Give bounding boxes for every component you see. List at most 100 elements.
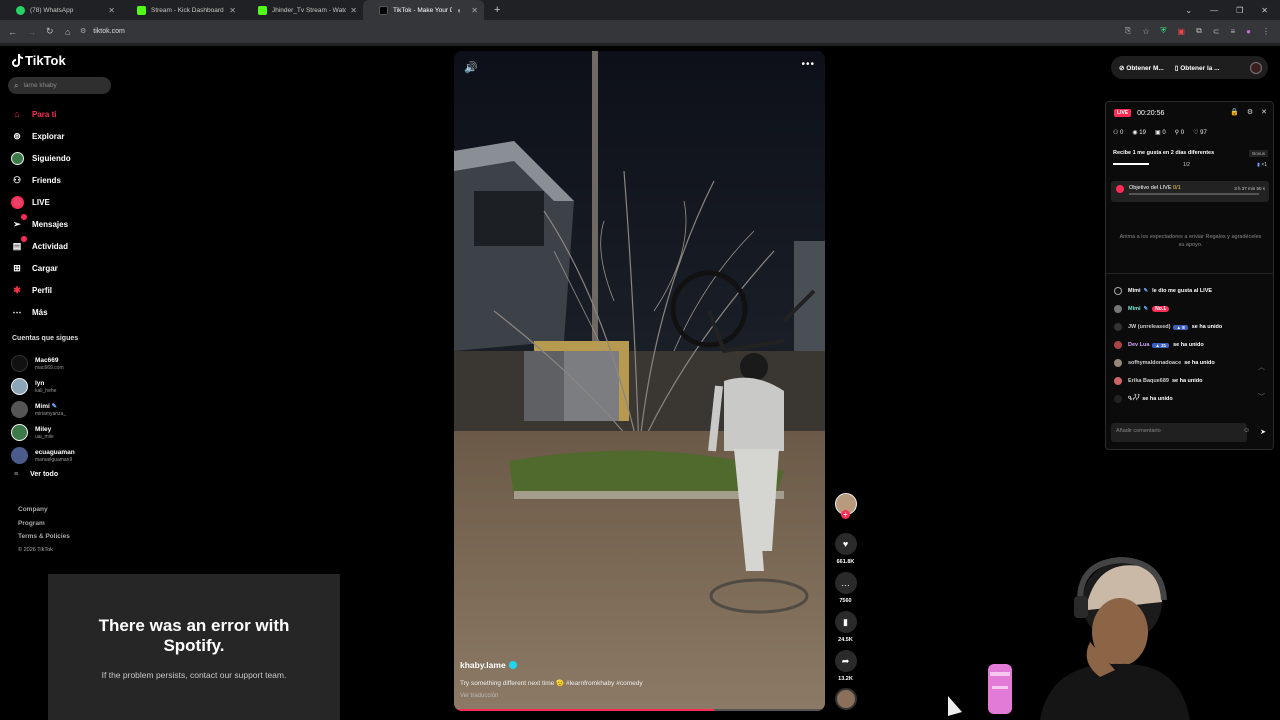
emoji-icon[interactable]: ☺ (1243, 427, 1250, 434)
following-item[interactable]: lyn kali_hehe (11, 375, 121, 398)
search-input[interactable]: ⌕ lame khaby (8, 77, 111, 94)
live-objective[interactable]: Objetivo del LIVE 0/1 3 h 37 min 50 s (1111, 181, 1269, 202)
link-icon[interactable]: ⊂ (1213, 27, 1220, 36)
chat-message: Erika Baque689 se ha unido (1114, 372, 1269, 390)
nav-item-actividad[interactable]: ▤ Actividad (10, 235, 120, 257)
tab-search-icon[interactable]: ⌄ (1185, 6, 1192, 15)
nav-item-friends[interactable]: ⚇ Friends (10, 169, 120, 191)
chat-message: sofhymaldonadoace se ha unido (1114, 354, 1269, 372)
follow-plus-icon[interactable]: + (841, 510, 850, 519)
following-item[interactable]: Mac669 mac669.com (11, 352, 121, 375)
forward-icon[interactable]: → (27, 27, 38, 37)
translate-link[interactable]: Ver traducción (460, 693, 498, 699)
get-app-button-1[interactable]: ⊘ Obtener M... (1119, 64, 1164, 72)
brand-name: TikTok (25, 53, 66, 68)
tab-whatsapp[interactable]: (78) WhatsApp ✕ (0, 0, 121, 20)
close-icon[interactable]: ✕ (350, 6, 357, 15)
nav-item-para-ti[interactable]: ⌂ Para ti (10, 103, 120, 125)
tab-kick-dashboard[interactable]: Stream - Kick Dashboard ✕ (121, 0, 242, 20)
new-tab-button[interactable]: + (494, 4, 500, 16)
chat-user[interactable]: Mimi (1128, 306, 1141, 312)
heart-outline-icon (1114, 287, 1122, 295)
avatar (1114, 323, 1122, 331)
kebab-icon[interactable]: ⋮ (1262, 27, 1270, 36)
tiktok-logo[interactable]: TikTok (12, 53, 66, 68)
comment-input[interactable]: Añadir comentario (1111, 423, 1247, 442)
following-item[interactable]: ecuaguaman manuelguaman9 (11, 444, 121, 467)
get-app-button-2[interactable]: ▯ Obtener la ... (1175, 64, 1220, 72)
share-icon: ➦ (834, 650, 857, 672)
tab-tiktok[interactable]: TikTok - Make Your Day ◖ ✕ (363, 0, 484, 20)
nav-item-siguiendo[interactable]: Siguiendo (10, 147, 120, 169)
audio-icon[interactable]: ◖ (456, 6, 461, 15)
avatar (11, 401, 28, 418)
footer-link-company[interactable]: Company (18, 503, 70, 517)
author-avatar-action[interactable]: + (833, 493, 858, 519)
following-item[interactable]: Miley uai_mile (11, 421, 121, 444)
home-icon[interactable]: ⌂ (65, 27, 76, 37)
close-icon[interactable]: ✕ (108, 6, 115, 15)
more-options-icon[interactable]: ••• (801, 59, 815, 70)
like-button[interactable]: ♥ 661.8K (833, 533, 858, 569)
volume-icon[interactable]: 🔊 (464, 61, 478, 74)
install-icon[interactable]: ⎘ (1125, 26, 1131, 36)
shield-icon[interactable]: ⛨ (1161, 26, 1167, 36)
chat-user[interactable]: Dev Lua (1128, 342, 1149, 348)
video-author[interactable]: khaby.lame (460, 660, 517, 670)
nav-item-perfil[interactable]: ✱ Perfil (10, 279, 120, 301)
video-progress-bar[interactable] (454, 709, 825, 711)
extension-red-icon[interactable]: ▣ (1178, 27, 1186, 36)
puzzle-icon[interactable]: ⧉ (1196, 26, 1202, 36)
close-window-button[interactable]: ✕ (1261, 6, 1268, 15)
chat-user[interactable]: ᕴᓮᓮ (1128, 396, 1139, 402)
send-icon[interactable]: ➤ (1260, 428, 1266, 436)
close-icon[interactable]: ✕ (1261, 108, 1267, 116)
settings-icon[interactable]: ⚙ (1247, 108, 1253, 116)
tab-kick-stream[interactable]: Jhinder_Tv Stream - Watch Live ✕ (242, 0, 363, 20)
star-icon[interactable]: ☆ (1142, 27, 1149, 36)
menu-lines-icon[interactable]: ≡ (1230, 27, 1235, 36)
home-icon: ⌂ (14, 109, 20, 119)
footer-link-program[interactable]: Program (18, 517, 70, 531)
chat-user[interactable]: Erika Baque689 (1128, 378, 1169, 384)
maximize-button[interactable]: ❐ (1236, 6, 1243, 15)
footer-link-terms[interactable]: Terms & Policies (18, 530, 70, 544)
nav-item-mensajes[interactable]: ➢ Mensajes (10, 213, 120, 235)
get-app-label-1: Obtener M... (1126, 64, 1164, 72)
back-icon[interactable]: ← (8, 27, 19, 37)
lock-icon[interactable]: 🔒 (1230, 108, 1239, 116)
comment-button[interactable]: … 7560 (833, 572, 858, 608)
extensions-bar: ⎘ ☆ ⛨ ▣ ⧉ ⊂ ≡ ● ⋮ (1125, 23, 1270, 39)
chat-user[interactable]: JW (unreleased) (1128, 324, 1170, 330)
nav-item-live[interactable]: LIVE (10, 191, 120, 213)
url-field[interactable]: ⚙ tiktok.com (80, 23, 1080, 39)
chevron-up-icon[interactable]: ︿ (1258, 362, 1265, 372)
chat-message: Mimi ✎ No.1 (1114, 300, 1269, 318)
close-icon[interactable]: ✕ (229, 6, 236, 15)
profile-icon: ✱ (13, 284, 21, 295)
save-button[interactable]: ▮ 24.5K (833, 611, 858, 647)
following-item[interactable]: Mimi ✎ miriamyanza_ (11, 398, 121, 421)
profile-avatar-icon[interactable]: ● (1246, 27, 1251, 36)
like-count: 661.8K (836, 559, 855, 565)
music-disc-icon (834, 688, 857, 710)
reload-icon[interactable]: ↻ (46, 26, 57, 37)
chat-message: Dev Lua ▲ 31 se ha unido (1114, 336, 1269, 354)
chat-text: se ha unido (1173, 342, 1204, 348)
nav-label: Más (32, 307, 48, 317)
minimize-button[interactable]: — (1210, 6, 1218, 15)
nav-item-cargar[interactable]: ⊞ Cargar (10, 257, 120, 279)
following-list: Mac669 mac669.com lyn kali_hehe Mimi ✎ miri… (11, 352, 121, 467)
site-info-icon[interactable]: ⚙ (80, 27, 86, 35)
nav-item-explorar[interactable]: ⊚ Explorar (10, 125, 120, 147)
profile-avatar[interactable] (1250, 61, 1262, 74)
share-button[interactable]: ➦ 13.2K (833, 650, 858, 686)
chat-user[interactable]: sofhymaldonadoace (1128, 360, 1181, 366)
nav-item-mas[interactable]: ⋯ Más (10, 301, 120, 323)
see-all-link[interactable]: ≡ Ver todo (14, 471, 58, 478)
chevron-down-icon[interactable]: ﹀ (1258, 392, 1265, 402)
video-player[interactable]: 🔊 ••• khaby.lame Try something different… (454, 51, 825, 711)
chat-user[interactable]: Mimi (1128, 288, 1141, 294)
close-icon[interactable]: ✕ (471, 6, 478, 15)
music-disc[interactable] (833, 688, 858, 710)
